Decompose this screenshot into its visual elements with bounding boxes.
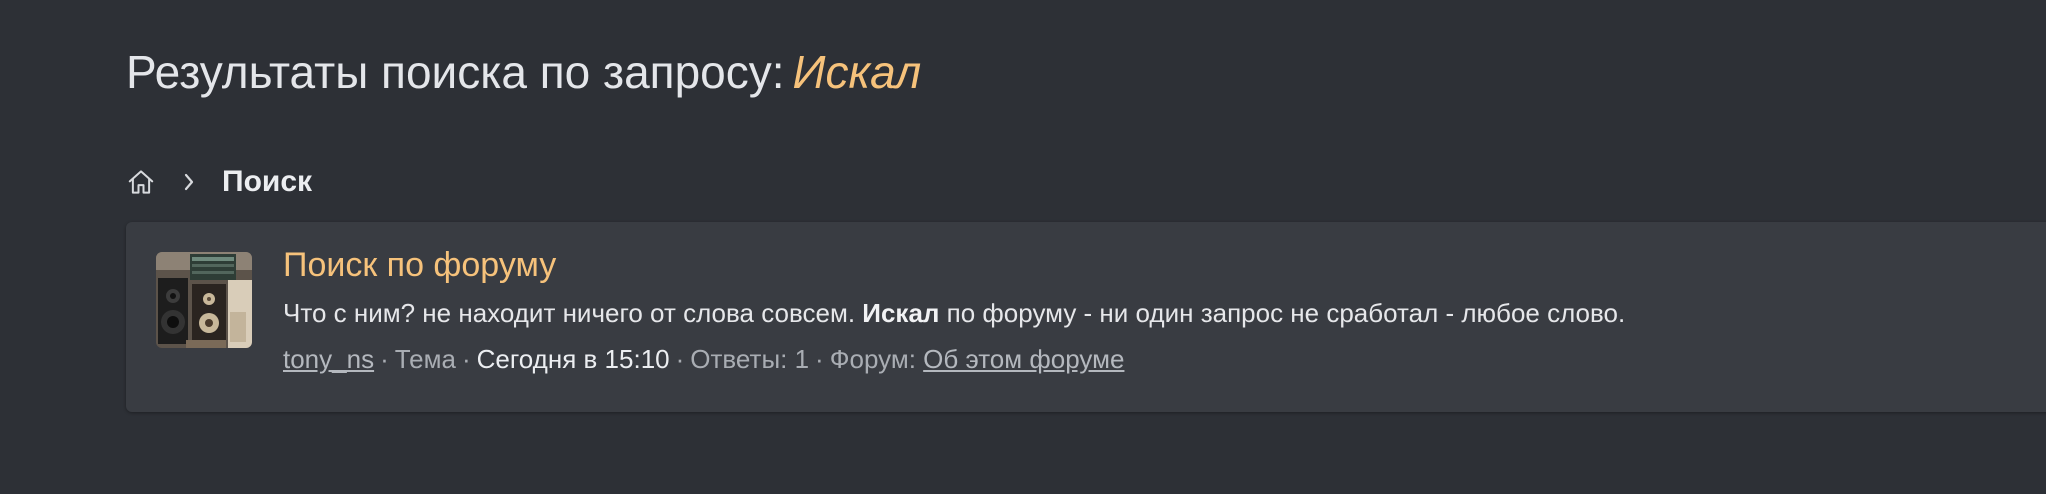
snippet-text-after: по форуму - ни один запрос не сработал -… xyxy=(946,298,1626,328)
search-query: Искал xyxy=(792,46,922,98)
meta-separator: · xyxy=(461,344,471,374)
content-type: Тема xyxy=(394,344,456,374)
page-title: Результаты поиска по запросу: Искал xyxy=(126,44,921,100)
meta-separator: · xyxy=(380,344,389,374)
author-link[interactable]: tony_ns xyxy=(283,344,374,374)
snippet-text-before: Что с ним? не находит ничего от слова со… xyxy=(283,298,856,328)
result-body: Поиск по форуму Что с ним? не находит ни… xyxy=(283,244,1625,376)
snippet-highlight: Искал xyxy=(862,298,940,328)
replies-count: Ответы: 1 xyxy=(690,344,810,374)
forum-label: Форум: xyxy=(829,344,916,374)
chevron-right-icon xyxy=(174,165,204,199)
search-results-page: Результаты поиска по запросу: Искал Поиск xyxy=(0,0,2046,494)
breadcrumb-current: Поиск xyxy=(222,165,313,198)
search-result-item: Поиск по форуму Что с ним? не находит ни… xyxy=(126,222,2046,412)
result-snippet: Что с ним? не находит ничего от слова со… xyxy=(283,296,1625,330)
avatar[interactable] xyxy=(156,252,252,348)
forum-link[interactable]: Об этом форуме xyxy=(923,344,1124,374)
home-icon[interactable] xyxy=(124,165,158,199)
result-meta: tony_ns · Тема · Сегодня в 15:10 · Ответы: 1 · Ф… xyxy=(283,342,1625,376)
meta-separator: · xyxy=(815,344,824,374)
result-title-link[interactable]: Поиск по форуму xyxy=(283,244,1625,286)
post-date: Сегодня в 15:10 xyxy=(476,344,670,374)
page-title-prefix: Результаты поиска по запросу: xyxy=(126,46,785,98)
meta-separator: · xyxy=(675,344,685,374)
breadcrumb: Поиск xyxy=(124,160,312,204)
